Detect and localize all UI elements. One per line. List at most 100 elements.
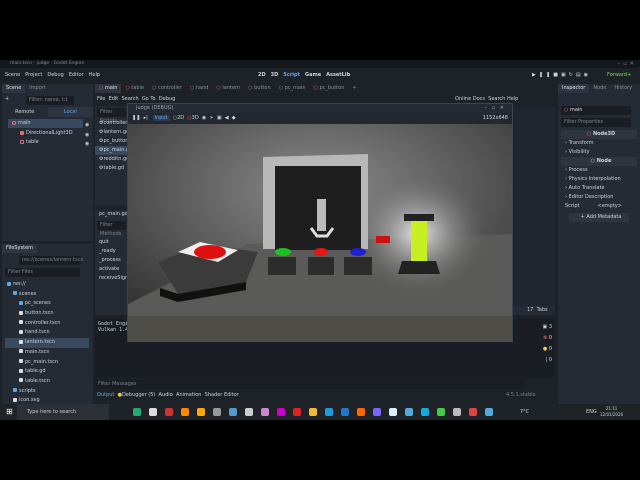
taskbar-app-icon[interactable] <box>213 408 221 416</box>
renderer-select[interactable]: Forward+ <box>607 68 631 82</box>
file-item[interactable]: pc_scenes <box>5 299 89 309</box>
script-list-item[interactable]: ⚙lantern.gd <box>95 128 128 137</box>
method-item[interactable]: _process <box>95 256 128 265</box>
script-menu-debug[interactable]: Debug <box>159 96 175 102</box>
file-item[interactable]: scripts <box>5 387 89 397</box>
section-transform[interactable]: › Transform <box>561 139 637 148</box>
menu-debug[interactable]: Debug <box>47 72 63 78</box>
taskbar-app-icon[interactable] <box>133 408 141 416</box>
script-menu-search[interactable]: Search <box>121 96 138 102</box>
scene-filter-input[interactable]: Filter: name, t:t <box>26 96 74 105</box>
menu-help[interactable]: Help <box>89 72 100 78</box>
script-tab[interactable]: ○ hand <box>186 84 213 93</box>
section-visibility[interactable]: › Visibility <box>561 148 637 157</box>
window-controls[interactable]: – ▫ ✕ <box>618 60 634 68</box>
script-menu-file[interactable]: File <box>97 96 105 102</box>
run-controls[interactable]: ▶❚❚■▣↻▤◉ <box>532 68 591 82</box>
method-item[interactable]: receiveSignal <box>95 274 128 283</box>
taskbar-app-icon[interactable] <box>437 408 445 416</box>
script-list-item[interactable]: ⚙controller <box>95 119 128 128</box>
2d-toggle[interactable]: 2D <box>177 115 184 121</box>
tab-output[interactable]: Output <box>97 392 114 398</box>
taskbar-app-icon[interactable] <box>293 408 301 416</box>
taskbar-app-icon[interactable] <box>229 408 237 416</box>
language[interactable]: ENG <box>586 404 597 420</box>
workspace-2d[interactable]: 2D <box>258 72 266 78</box>
tab-shader-editor[interactable]: Shader Editor <box>205 392 239 398</box>
script-tab[interactable]: ○ controller <box>148 84 186 93</box>
add-metadata-button[interactable]: + Add Metadata <box>569 213 629 222</box>
game-window-controls[interactable]: – ▫ ✕ <box>484 104 504 113</box>
file-item[interactable]: table.tscn <box>5 377 89 387</box>
clock[interactable]: 21:11 12/01/2026 <box>600 406 623 418</box>
file-item[interactable]: pc_main.tscn <box>5 358 89 368</box>
taskbar-app-icon[interactable] <box>373 408 381 416</box>
file-item[interactable]: table.gd <box>5 367 89 377</box>
taskbar-app-icon[interactable] <box>453 408 461 416</box>
filter-messages-input[interactable]: Filter Messages <box>95 380 525 389</box>
taskbar-search[interactable]: Type here to search <box>17 404 109 420</box>
filter-properties-input[interactable]: Filter Properties <box>561 118 631 127</box>
taskbar-app-icon[interactable] <box>325 408 333 416</box>
script-menu-goto[interactable]: Go To <box>142 96 156 102</box>
game-viewport[interactable] <box>128 124 512 342</box>
menu-scene[interactable]: Scene <box>5 72 20 78</box>
taskbar-app-icon[interactable] <box>165 408 173 416</box>
taskbar-app-icon[interactable] <box>389 408 397 416</box>
search-help-link[interactable]: Search Help <box>488 96 518 102</box>
script-tab[interactable]: ○ main <box>95 84 122 93</box>
workspace-script[interactable]: Script <box>283 72 300 78</box>
visibility-icons[interactable]: ◉ ◉ ◉ <box>85 121 89 150</box>
start-button[interactable]: ⊞ <box>6 407 13 416</box>
section-editor-description[interactable]: › Editor Description <box>561 193 637 202</box>
tab-node[interactable]: Node <box>589 84 610 93</box>
workspace-game[interactable]: Game <box>305 72 321 78</box>
taskbar-app-icon[interactable] <box>405 408 413 416</box>
inspected-node-select[interactable]: ○ main <box>561 106 631 115</box>
path-field[interactable]: res://scenes/lantern.tscn <box>19 256 84 265</box>
method-item[interactable]: _ready <box>95 247 128 256</box>
step-icon[interactable]: ▸| <box>144 115 148 121</box>
script-tab[interactable]: ○ pc_button <box>310 84 349 93</box>
taskbar-app-icon[interactable] <box>357 408 365 416</box>
file-item[interactable]: lantern.tscn <box>5 338 89 348</box>
warning-count[interactable]: ● 0 <box>528 344 552 355</box>
input-toggle[interactable]: Input <box>152 115 170 121</box>
script-list-item[interactable]: ⚙pc_main.gd <box>95 146 128 155</box>
error-count[interactable]: ⊗ 0 <box>528 333 552 344</box>
local-tab[interactable]: Local <box>47 107 93 117</box>
workspace-3d[interactable]: 3D <box>271 72 279 78</box>
section-process[interactable]: › Process <box>561 166 637 175</box>
taskbar-app-icon[interactable] <box>485 408 493 416</box>
script-list-item[interactable]: ⚙pc_button <box>95 137 128 146</box>
method-item[interactable]: activate <box>95 265 128 274</box>
pause-icon[interactable]: ❚❚ <box>132 115 140 121</box>
taskbar-app-icon[interactable] <box>149 408 157 416</box>
weather[interactable]: 7°C <box>520 404 529 420</box>
info-count[interactable]: ▣ 3 <box>528 322 552 333</box>
filter-files-input[interactable]: Filter Files <box>5 268 80 277</box>
tab-scene[interactable]: Scene <box>2 84 26 93</box>
add-node-icon[interactable]: + <box>5 96 9 102</box>
script-tab[interactable]: ○ table <box>121 84 148 93</box>
method-item[interactable]: quit <box>95 238 128 247</box>
taskbar-app-icon[interactable] <box>469 408 477 416</box>
section-auto-translate[interactable]: › Auto Translate <box>561 184 637 193</box>
script-tab[interactable]: ○ pc_main <box>275 84 310 93</box>
menu-project[interactable]: Project <box>25 72 42 78</box>
tree-node-table[interactable]: table <box>16 138 39 147</box>
remote-tab[interactable]: Remote <box>2 107 48 117</box>
taskbar-app-icon[interactable] <box>277 408 285 416</box>
taskbar-app-icon[interactable] <box>197 408 205 416</box>
tree-node-light[interactable]: DirectionalLight3D <box>16 129 73 138</box>
tree-node-main[interactable]: main <box>8 119 83 128</box>
taskbar-app-icon[interactable] <box>181 408 189 416</box>
script-tab[interactable]: ○ button <box>244 84 274 93</box>
file-item[interactable]: button.tscn <box>5 309 89 319</box>
add-tab-icon[interactable]: + <box>348 84 360 93</box>
script-menu-edit[interactable]: Edit <box>109 96 119 102</box>
taskbar-app-icon[interactable] <box>421 408 429 416</box>
message-count[interactable]: | 0 <box>528 355 552 366</box>
taskbar-app-icon[interactable] <box>261 408 269 416</box>
file-item[interactable]: controller.tscn <box>5 319 89 329</box>
